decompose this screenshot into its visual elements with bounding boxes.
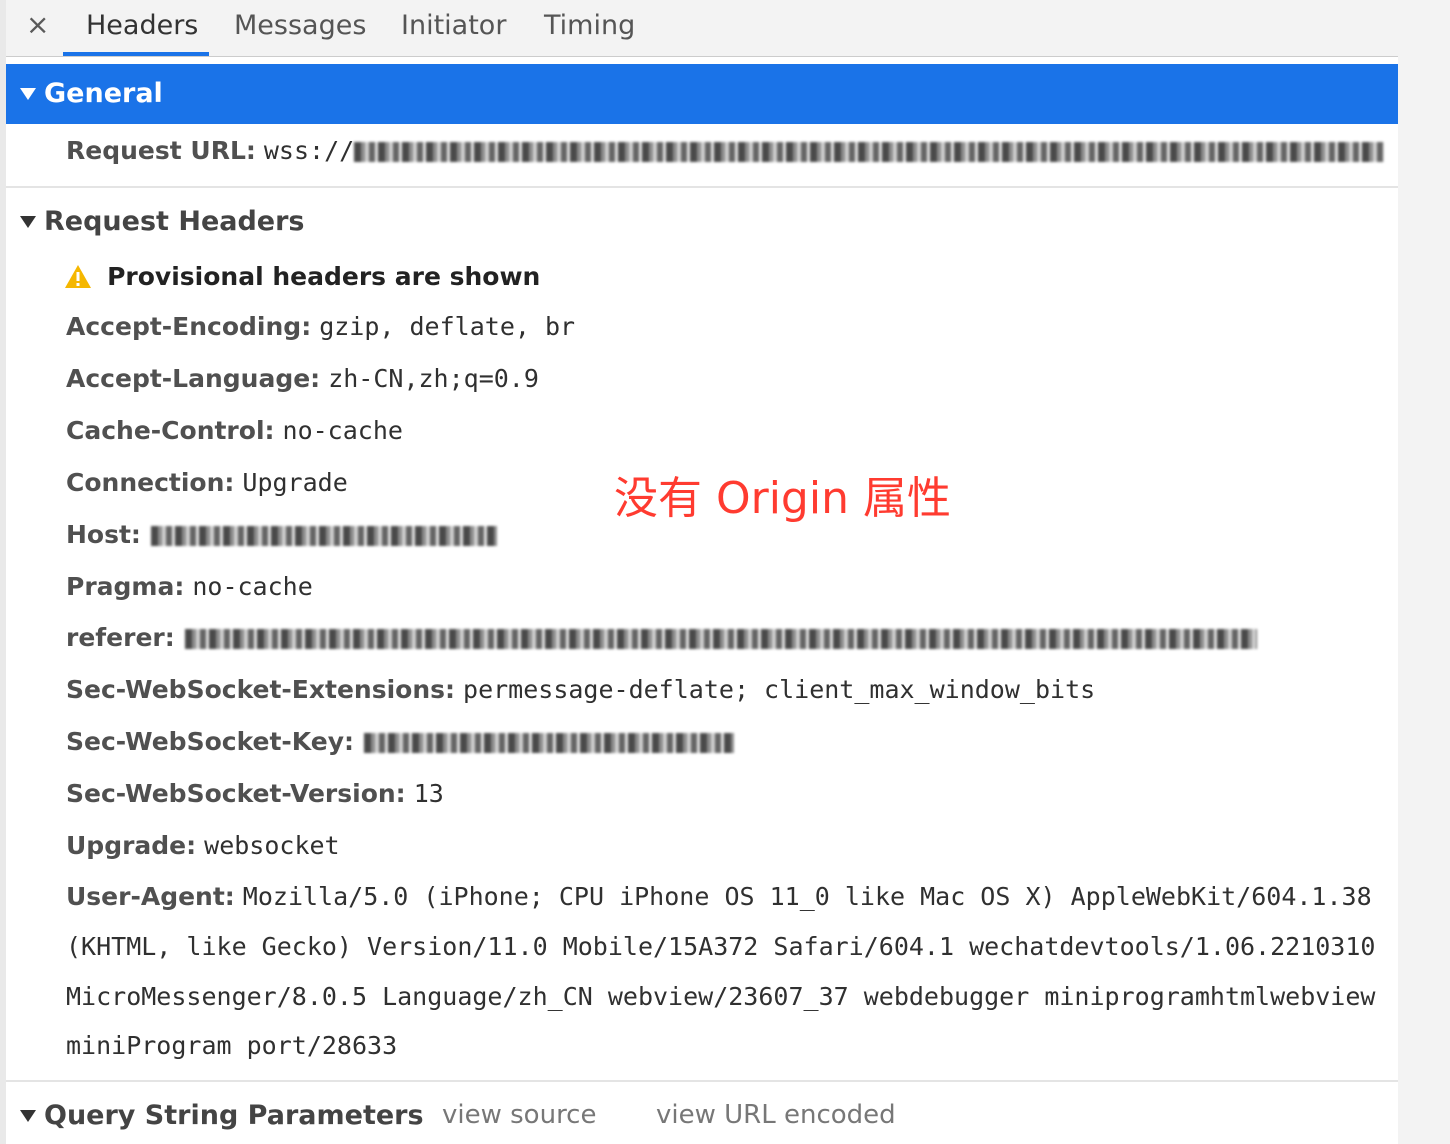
triangle-down-icon: [20, 216, 36, 228]
header-row-ws-version: Sec-WebSocket-Version: 13: [66, 779, 444, 808]
header-value: no-cache: [282, 416, 403, 445]
header-key: Sec-WebSocket-Version:: [66, 779, 406, 808]
header-row-accept-encoding: Accept-Encoding: gzip, deflate, br: [66, 312, 575, 341]
redacted-referer: [184, 629, 1257, 649]
header-row-cache-control: Cache-Control: no-cache: [66, 416, 403, 445]
active-tab-indicator: [63, 52, 209, 56]
header-value: Upgrade: [242, 468, 348, 497]
devtools-panel: × Headers Messages Initiator Timing Gene…: [0, 0, 1398, 1144]
provisional-warning: Provisional headers are shown: [64, 262, 540, 291]
request-url-key: Request URL:: [66, 136, 256, 165]
section-general-title: General: [44, 78, 163, 109]
section-general-header[interactable]: General: [6, 64, 1398, 124]
origin-missing-annotation: 没有 Origin 属性: [614, 473, 951, 524]
tab-bar: × Headers Messages Initiator Timing: [6, 0, 1398, 57]
header-key: Host:: [66, 520, 141, 549]
section-request-headers-title: Request Headers: [44, 206, 305, 237]
provisional-warning-text: Provisional headers are shown: [107, 262, 541, 291]
section-divider: [6, 1080, 1398, 1082]
triangle-down-icon: [20, 88, 36, 100]
tab-headers[interactable]: Headers: [86, 10, 198, 41]
header-value: websocket: [204, 831, 340, 860]
header-value: Mozilla/5.0 (iPhone; CPU iPhone OS 11_0 …: [242, 882, 1372, 911]
header-key: User-Agent:: [66, 882, 235, 911]
section-request-headers-header[interactable]: Request Headers: [6, 192, 1398, 252]
user-agent-continuation: miniProgram port/28633: [66, 1031, 398, 1060]
header-row-pragma: Pragma: no-cache: [66, 572, 313, 601]
header-row-referer: referer:: [66, 623, 1257, 652]
header-row-accept-language: Accept-Language: zh-CN,zh;q=0.9: [66, 364, 539, 393]
request-url-row: Request URL: wss://: [66, 136, 1385, 165]
header-value: zh-CN,zh;q=0.9: [328, 364, 539, 393]
redacted-request-url: [354, 142, 1385, 162]
header-key: Cache-Control:: [66, 416, 275, 445]
header-key: Sec-WebSocket-Extensions:: [66, 675, 456, 704]
section-divider: [6, 186, 1398, 188]
request-url-prefix: wss://: [263, 136, 355, 165]
header-key: Pragma:: [66, 572, 185, 601]
tab-messages[interactable]: Messages: [234, 10, 366, 41]
warning-icon: [65, 264, 91, 288]
header-key: Connection:: [66, 468, 235, 497]
view-source-link[interactable]: view source: [442, 1100, 596, 1130]
header-row-connection: Connection: Upgrade: [66, 468, 348, 497]
header-value: gzip, deflate, br: [319, 312, 576, 341]
header-row-ws-key: Sec-WebSocket-Key:: [66, 727, 734, 756]
view-url-encoded-link[interactable]: view URL encoded: [656, 1100, 896, 1130]
header-row-upgrade: Upgrade: websocket: [66, 831, 340, 860]
triangle-down-icon: [20, 1110, 36, 1122]
header-row-host: Host:: [66, 520, 497, 549]
redacted-ws-key: [364, 733, 734, 753]
header-value: no-cache: [192, 572, 313, 601]
header-value: permessage-deflate; client_max_window_bi…: [463, 675, 1096, 704]
header-row-user-agent: User-Agent: Mozilla/5.0 (iPhone; CPU iPho…: [66, 882, 1372, 911]
header-key: Upgrade:: [66, 831, 197, 860]
header-key: Sec-WebSocket-Key:: [66, 727, 354, 756]
user-agent-continuation: (KHTML, like Gecko) Version/11.0 Mobile/…: [66, 932, 1376, 961]
header-row-ws-extensions: Sec-WebSocket-Extensions: permessage-defl…: [66, 675, 1095, 704]
tab-timing[interactable]: Timing: [544, 10, 635, 41]
tab-initiator[interactable]: Initiator: [401, 10, 506, 41]
user-agent-continuation: MicroMessenger/8.0.5 Language/zh_CN webv…: [66, 982, 1376, 1011]
redacted-host: [150, 526, 497, 546]
header-key: Accept-Language:: [66, 364, 321, 393]
header-value: 13: [413, 779, 444, 808]
header-key: Accept-Encoding:: [66, 312, 312, 341]
close-icon[interactable]: ×: [26, 8, 49, 41]
header-key: referer:: [66, 623, 175, 652]
section-query-string-title: Query String Parameters: [44, 1100, 424, 1131]
